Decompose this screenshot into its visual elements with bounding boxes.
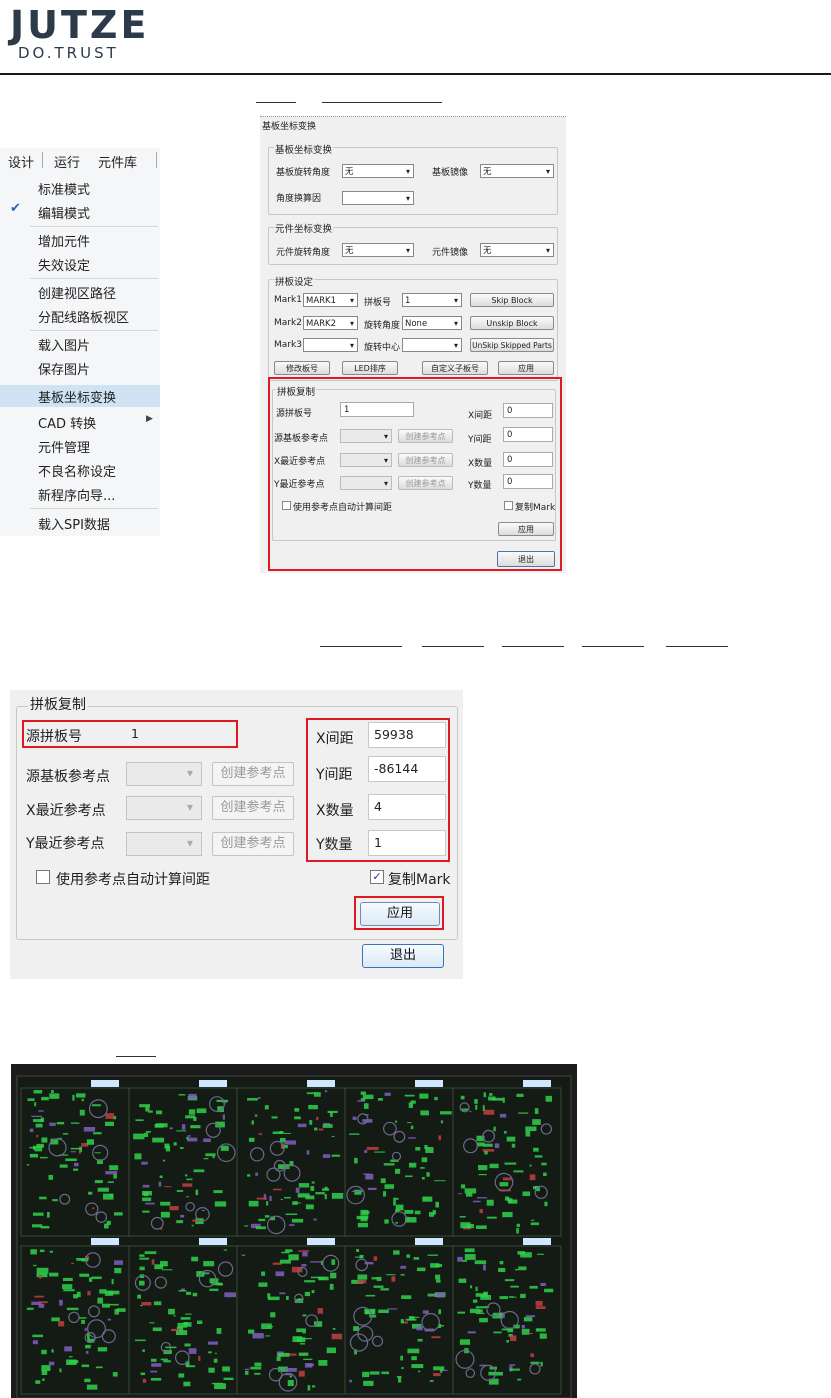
underline: [256, 102, 296, 103]
mark1-select[interactable]: MARK1: [303, 293, 358, 308]
dialog-title: 基板坐标变换: [262, 122, 317, 132]
menu-item-new-wizard[interactable]: 新程序向导...: [38, 485, 115, 504]
group-title: 元件坐标变换: [274, 221, 334, 235]
menu-item-load-image[interactable]: 载入图片: [38, 335, 90, 354]
menu-item-cad-convert[interactable]: CAD 转换: [38, 413, 96, 432]
menu-separator: [30, 330, 158, 331]
underline: [502, 646, 564, 647]
menu-item-board-transform[interactable]: 基板坐标变换: [38, 387, 116, 406]
company-logo: JUTZE: [10, 3, 150, 47]
mark3-label: Mark3: [274, 340, 302, 350]
zoom-create-ref-button: 创建参考点: [212, 832, 294, 856]
panel-copy-zoom: 拼板复制 源拼板号 1 源基板参考点 创建参考点 X最近参考点 创建参考点 Y最…: [10, 690, 463, 979]
unskip-block-button[interactable]: Unskip Block: [470, 316, 554, 330]
unskip-parts-button[interactable]: UnSkip Skipped Parts: [470, 338, 554, 352]
zoom-create-ref-button: 创建参考点: [212, 796, 294, 820]
menu-item-add-part[interactable]: 增加元件: [38, 231, 90, 250]
zoom-create-ref-button: 创建参考点: [212, 762, 294, 786]
zoom-y-near-label: Y最近参考点: [26, 836, 105, 852]
part-mirror-label: 元件镜像: [432, 248, 469, 258]
skip-block-button[interactable]: Skip Block: [470, 293, 554, 307]
menu-list: 标准模式 ✔ 编辑模式 增加元件 失效设定 创建视区路径 分配线路板视区 载入图…: [0, 148, 160, 536]
zoom-auto-calc-checkbox[interactable]: [36, 870, 50, 884]
part-rotate-select[interactable]: 无: [342, 243, 414, 258]
menu-separator: [30, 226, 158, 227]
rot-angle-label: 旋转角度: [364, 321, 401, 331]
zoom-x-near-select: [126, 796, 202, 820]
board-transform-dialog: 基板坐标变换 基板坐标变换 基板旋转角度 无 基板镜像 无 角度换算因 元件坐标…: [260, 116, 566, 573]
underline: [320, 646, 402, 647]
highlight-frame: [354, 896, 444, 930]
highlight-frame: [22, 720, 238, 748]
board-rotate-label: 基板旋转角度: [276, 168, 331, 178]
board-mirror-label: 基板镜像: [432, 168, 469, 178]
group-title: 拼板设定: [274, 274, 315, 288]
custom-sub-button[interactable]: 自定义子板号: [422, 361, 488, 375]
panel-apply-button[interactable]: 应用: [498, 361, 554, 375]
zoom-group-title: 拼板复制: [28, 694, 88, 714]
underline: [666, 646, 728, 647]
pcb-panel-image: [11, 1064, 577, 1398]
mark1-label: Mark1: [274, 295, 302, 305]
zoom-copy-mark-label: 复制Mark: [388, 872, 451, 888]
menu-item-save-image[interactable]: 保存图片: [38, 359, 90, 378]
header-divider: [0, 73, 831, 75]
zoom-auto-calc-label: 使用参考点自动计算间距: [56, 872, 210, 888]
zoom-src-ref-select: [126, 762, 202, 786]
angle-factor-select[interactable]: [342, 191, 414, 206]
menu-item-edit-mode[interactable]: 编辑模式: [38, 203, 90, 222]
zoom-x-near-label: X最近参考点: [26, 803, 106, 819]
board-mirror-select[interactable]: 无: [480, 164, 554, 179]
menu-item-assign-view[interactable]: 分配线路板视区: [38, 307, 129, 326]
part-rotate-label: 元件旋转角度: [276, 248, 331, 258]
mark2-label: Mark2: [274, 318, 302, 328]
rot-center-label: 旋转中心: [364, 343, 401, 353]
highlight-frame: [306, 718, 450, 862]
menu-separator: [30, 278, 158, 279]
submenu-arrow-icon: ▶: [146, 414, 153, 424]
mark2-select[interactable]: MARK2: [303, 316, 358, 331]
zoom-src-ref-label: 源基板参考点: [26, 769, 110, 785]
led-sort-button[interactable]: LED排序: [342, 361, 398, 375]
menu-item-defect-name[interactable]: 不良名称设定: [38, 461, 116, 480]
panel-no-label: 拼板号: [364, 298, 392, 308]
underline: [322, 102, 442, 103]
menu-item-load-spi[interactable]: 载入SPI数据: [38, 514, 110, 533]
underline: [422, 646, 484, 647]
group-title: 基板坐标变换: [274, 142, 334, 156]
menu-item-create-view-path[interactable]: 创建视区路径: [38, 283, 116, 302]
underline: [116, 1056, 156, 1057]
company-tagline: DO.TRUST: [18, 44, 119, 62]
menu-item-standard-mode[interactable]: 标准模式: [38, 179, 90, 198]
zoom-exit-button[interactable]: 退出: [362, 944, 444, 968]
check-icon: ✔: [10, 201, 21, 216]
menu-separator: [30, 508, 158, 509]
rot-center-select[interactable]: [402, 338, 462, 353]
board-rotate-select[interactable]: 无: [342, 164, 414, 179]
panel-no-select[interactable]: 1: [402, 293, 462, 308]
modify-no-button[interactable]: 修改板号: [274, 361, 330, 375]
angle-factor-label: 角度换算因: [276, 194, 322, 204]
menu-item-invalid-setting[interactable]: 失效设定: [38, 255, 90, 274]
zoom-copy-mark-checkbox[interactable]: ✓: [370, 870, 384, 884]
zoom-y-near-select: [126, 832, 202, 856]
menu-item-part-management[interactable]: 元件管理: [38, 437, 90, 456]
pcb-panel-graphic: [11, 1064, 577, 1398]
part-mirror-select[interactable]: 无: [480, 243, 554, 258]
rot-angle-select[interactable]: None: [402, 316, 462, 331]
mark3-select[interactable]: [303, 338, 358, 353]
highlight-frame: [268, 377, 562, 571]
underline: [582, 646, 644, 647]
